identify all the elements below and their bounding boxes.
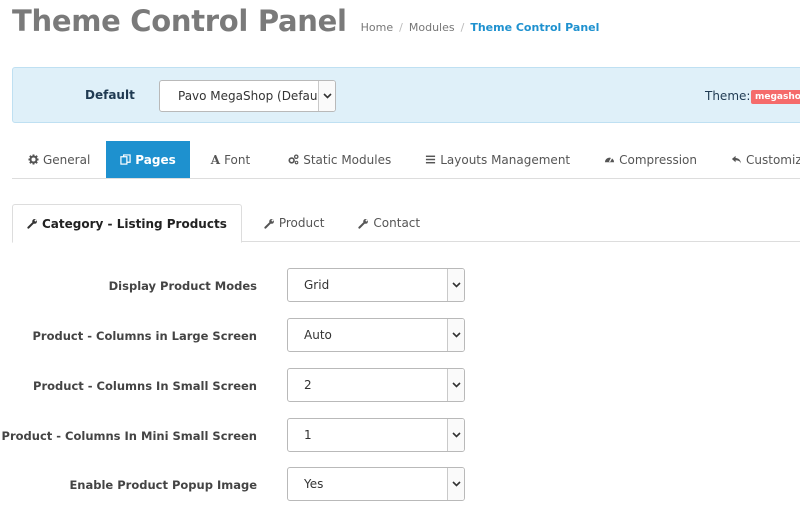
tab-contact[interactable]: Contact: [341, 204, 437, 242]
columns-mini-small-screen-label: Product - Columns In Mini Small Screen: [1, 429, 257, 443]
breadcrumb-current[interactable]: Theme Control Panel: [470, 21, 599, 34]
tab-customization[interactable]: Customization: [714, 141, 800, 178]
tab-font[interactable]: A Font: [190, 141, 271, 178]
tab-general-label: General: [43, 152, 91, 167]
theme-profile-select[interactable]: Pavo MegaShop (Defau: [159, 80, 336, 112]
breadcrumb-home[interactable]: Home: [361, 21, 393, 34]
tab-product[interactable]: Product: [242, 204, 342, 242]
wrench-icon: [264, 218, 275, 229]
select-value: Yes: [304, 477, 324, 491]
form-row-columns-mini-small-screen: Product - Columns In Mini Small Screen 1: [0, 418, 800, 452]
chevron-down-icon: [447, 369, 464, 401]
theme-profile-label: Default: [85, 88, 135, 102]
wrench-icon: [358, 218, 369, 229]
select-value: 1: [304, 428, 312, 442]
chevron-down-icon: [447, 468, 464, 500]
tab-compression-label: Compression: [619, 152, 698, 167]
tab-contact-label: Contact: [373, 216, 421, 230]
theme-label: Theme:: [705, 89, 751, 103]
breadcrumb: Home / Modules / Theme Control Panel: [361, 21, 600, 34]
tab-font-label: Font: [224, 152, 251, 167]
form-row-display-product-modes: Display Product Modes Grid: [0, 268, 800, 302]
columns-small-screen-label: Product - Columns In Small Screen: [33, 379, 257, 393]
columns-large-screen-label: Product - Columns in Large Screen: [32, 329, 258, 343]
enable-popup-image-label: Enable Product Popup Image: [69, 478, 257, 492]
theme-selector-bar: Default Pavo MegaShop (Defau Theme: mega…: [12, 67, 800, 123]
tab-compression[interactable]: Compression: [587, 141, 714, 178]
tab-static-modules-label: Static Modules: [303, 152, 392, 167]
tab-pages[interactable]: Pages: [106, 141, 190, 178]
tab-product-label: Product: [278, 216, 325, 230]
page-title: Theme Control Panel: [12, 4, 347, 38]
font-icon: A: [210, 152, 221, 167]
wrench-icon: [27, 218, 38, 229]
select-value: Grid: [304, 278, 330, 292]
form-row-columns-small-screen: Product - Columns In Small Screen 2: [0, 368, 800, 402]
enable-popup-image-select[interactable]: Yes: [287, 467, 465, 501]
chevron-down-icon: [447, 419, 464, 451]
bars-icon: [425, 154, 436, 165]
select-value: Auto: [304, 328, 332, 342]
chevron-down-icon: [318, 81, 335, 111]
copy-icon: [120, 154, 131, 165]
dashboard-icon: [604, 154, 615, 165]
tab-layouts-management-label: Layouts Management: [440, 152, 571, 167]
tab-layouts-management[interactable]: Layouts Management: [408, 141, 587, 178]
theme-badge: megashop: [751, 90, 800, 104]
form-row-columns-large-screen: Product - Columns in Large Screen Auto: [0, 318, 800, 352]
breadcrumb-separator: /: [460, 21, 465, 34]
theme-profile-select-value: Pavo MegaShop (Defau: [178, 89, 318, 103]
breadcrumb-separator: /: [399, 21, 403, 34]
cogs-icon: [288, 154, 299, 165]
gear-icon: [28, 154, 39, 165]
display-product-modes-select[interactable]: Grid: [287, 268, 465, 302]
columns-mini-small-screen-select[interactable]: 1: [287, 418, 465, 452]
columns-small-screen-select[interactable]: 2: [287, 368, 465, 402]
chevron-down-icon: [447, 319, 464, 351]
chevron-down-icon: [447, 269, 464, 301]
breadcrumb-modules[interactable]: Modules: [409, 21, 455, 34]
tab-category-listing-products[interactable]: Category - Listing Products: [12, 204, 242, 243]
page-header: Theme Control Panel Home / Modules / The…: [12, 4, 599, 44]
display-product-modes-label: Display Product Modes: [108, 279, 257, 293]
form-row-enable-popup-image: Enable Product Popup Image Yes: [0, 467, 800, 501]
select-value: 2: [304, 378, 312, 392]
reply-icon: [731, 154, 742, 165]
tab-category-listing-products-label: Category - Listing Products: [42, 216, 227, 231]
main-tabs: General Pages A Font Static Modules Layo…: [12, 141, 800, 179]
tab-pages-label: Pages: [135, 152, 176, 167]
tab-customization-label: Customization: [746, 152, 800, 167]
columns-large-screen-select[interactable]: Auto: [287, 318, 465, 352]
tab-static-modules[interactable]: Static Modules: [271, 141, 408, 178]
tab-general[interactable]: General: [12, 141, 106, 178]
sub-tabs: Category - Listing Products Product Cont…: [12, 204, 800, 243]
